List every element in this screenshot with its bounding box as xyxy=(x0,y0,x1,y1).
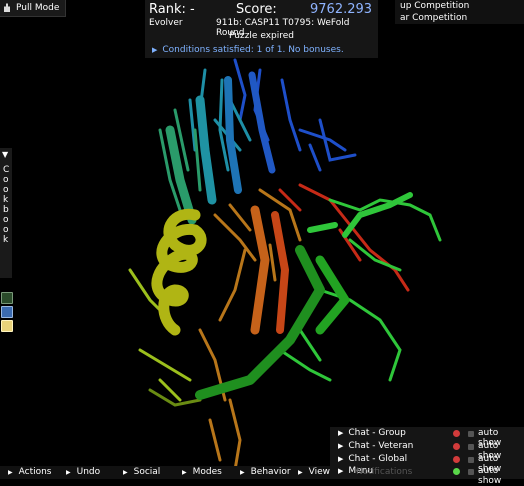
cookbook-label: Cookbook xyxy=(3,165,10,245)
menu-label: Modes xyxy=(192,467,222,477)
menu-label: Social xyxy=(133,467,161,477)
triangle-right-icon: ▶ xyxy=(8,469,13,476)
notepad-icon[interactable] xyxy=(1,320,13,332)
menu-label: Actions xyxy=(18,467,52,477)
triangle-right-icon: ▶ xyxy=(298,469,303,476)
chat-row[interactable]: ▶ Chat - Group auto show xyxy=(330,428,524,448)
hand-icon xyxy=(4,3,10,12)
folder-icon[interactable] xyxy=(1,306,13,318)
chat-row[interactable]: ▶ Chat - Veteran auto show xyxy=(330,441,524,461)
score-panel: Rank: - Score: 9762.293 Evolver 911b: CA… xyxy=(145,0,378,58)
chat-label: ▶ Chat - Global xyxy=(338,454,407,464)
triangle-right-icon: ▶ xyxy=(182,469,187,476)
auto-show-checkbox[interactable] xyxy=(468,469,474,475)
status-indicator-icon xyxy=(453,443,460,450)
triangle-right-icon: ▶ xyxy=(338,429,344,437)
puzzle-status: Puzzle expired xyxy=(229,31,294,41)
score-label: Score: xyxy=(236,2,277,17)
triangle-right-icon: ▶ xyxy=(240,469,245,476)
menu-label: View xyxy=(308,467,330,477)
auto-show-checkbox[interactable] xyxy=(468,457,474,463)
triangle-right-icon: ▶ xyxy=(338,467,344,475)
collapse-arrow-icon[interactable]: ▼ xyxy=(2,150,8,159)
status-indicator-icon xyxy=(453,456,460,463)
cookbook-panel[interactable]: ▼ Cookbook xyxy=(0,148,12,278)
auto-show-checkbox[interactable] xyxy=(468,431,474,437)
triangle-right-icon: ▶ xyxy=(152,46,158,54)
chat-label-text: Chat - Veteran xyxy=(348,441,414,451)
menu-modes[interactable]: ▶ Modes xyxy=(182,466,222,479)
triangle-right-icon: ▶ xyxy=(123,469,128,476)
menu-view[interactable]: ▶ View xyxy=(298,466,330,479)
bottom-menu-bar: ▶ Actions ▶ Undo ▶ Social ▶ Modes ▶ Behavior … xyxy=(0,466,330,479)
conditions-text: Conditions satisfied: 1 of 1. No bonuses… xyxy=(162,45,344,55)
auto-show-checkbox[interactable] xyxy=(468,444,474,450)
competition-item[interactable]: up Competition xyxy=(395,0,524,12)
chat-label-text: Chat - Global xyxy=(348,454,408,464)
chat-label: ▶ Chat - Veteran xyxy=(338,441,413,451)
player-role: Evolver xyxy=(149,18,183,28)
protein-viewport[interactable] xyxy=(0,0,524,479)
menu-label: Notifications xyxy=(356,467,413,477)
status-indicator-icon xyxy=(453,430,460,437)
status-indicator-icon xyxy=(453,468,460,475)
menu-social[interactable]: ▶ Social xyxy=(123,466,160,479)
rank-label: Rank: - xyxy=(149,2,195,17)
menu-behavior[interactable]: ▶ Behavior xyxy=(240,466,291,479)
competition-label: ar Competition xyxy=(400,13,468,23)
menu-label: Behavior xyxy=(250,467,291,477)
competition-item[interactable]: ar Competition xyxy=(395,12,524,24)
chat-label-text: Chat - Group xyxy=(348,428,406,438)
chat-label: ▶ Chat - Group xyxy=(338,428,406,438)
menu-actions[interactable]: ▶ Actions xyxy=(8,466,52,479)
menu-undo[interactable]: ▶ Undo xyxy=(66,466,100,479)
competition-label: up Competition xyxy=(400,1,470,11)
pull-mode-label: Pull Mode xyxy=(16,3,60,13)
pull-mode-button[interactable]: Pull Mode xyxy=(0,0,67,17)
triangle-right-icon: ▶ xyxy=(66,469,71,476)
conditions-toggle[interactable]: ▶ Conditions satisfied: 1 of 1. No bonuse… xyxy=(152,45,344,55)
auto-show-label: auto show xyxy=(478,466,502,486)
score-value: 9762.293 xyxy=(310,2,373,17)
menu-label: Undo xyxy=(76,467,101,477)
triangle-right-icon: ▶ xyxy=(338,442,344,450)
menu-notifications[interactable]: Notifications xyxy=(356,466,412,479)
script-icon[interactable] xyxy=(1,292,13,304)
triangle-right-icon: ▶ xyxy=(338,455,344,463)
